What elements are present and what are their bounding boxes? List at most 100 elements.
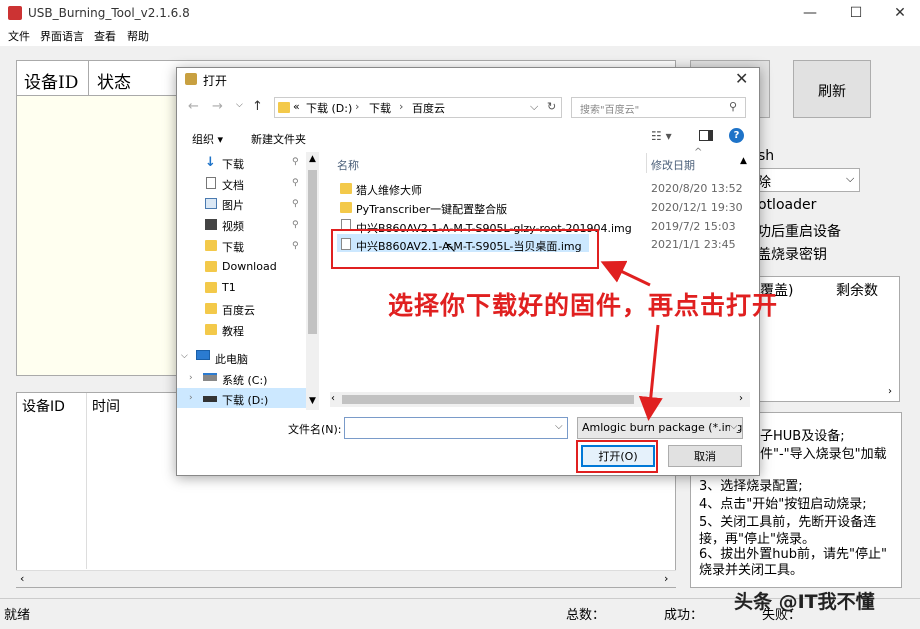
log-col-time[interactable]: 时间	[92, 396, 120, 416]
forward-arrow-icon[interactable]: →	[212, 99, 223, 114]
up-arrow-icon[interactable]: ↑	[252, 99, 263, 114]
col-status[interactable]: 状态	[97, 68, 131, 93]
nav-item-pictures[interactable]: 图片	[222, 197, 244, 213]
log-column-divider	[86, 393, 87, 569]
close-button[interactable]: ✕	[890, 4, 910, 22]
folder-icon	[340, 202, 352, 213]
dialog-close-icon[interactable]: ✕	[735, 69, 748, 88]
open-button-label: 打开(O)	[598, 450, 638, 463]
menu-file[interactable]: 文件	[8, 28, 30, 44]
help-line: 烧录并关闭工具。	[699, 563, 804, 578]
help-line: 件"-"导入烧录包"加载	[760, 447, 887, 462]
nav-item-download-en[interactable]: Download	[222, 260, 277, 273]
pin-icon[interactable]: ⚲	[292, 199, 299, 209]
refresh-icon[interactable]: ↻	[547, 100, 556, 113]
reboot-checkbox-label[interactable]: 功后重启设备	[757, 221, 841, 241]
nav-item-download[interactable]: 下载	[222, 156, 244, 172]
chevron-right-icon[interactable]: ›	[189, 373, 193, 383]
menu-view[interactable]: 查看	[94, 28, 116, 44]
scroll-right-icon[interactable]: ›	[739, 393, 743, 404]
filename-label: 文件名(N):	[288, 423, 342, 436]
pin-icon[interactable]: ⚲	[292, 178, 299, 188]
scroll-left-icon[interactable]: ‹	[331, 393, 335, 404]
breadcrumb-baiduyun[interactable]: 百度云	[412, 100, 445, 116]
organize-button[interactable]: 组织 ▾	[192, 131, 223, 147]
chevron-down-icon[interactable]: ⌵	[555, 421, 563, 432]
folder-icon	[278, 102, 290, 113]
document-icon	[206, 177, 216, 189]
file-row-date: 2019/7/2 15:03	[651, 220, 736, 233]
breadcrumb-separator: ›	[355, 100, 360, 113]
instruction-annotation: 选择你下载好的固件，再点击打开	[388, 291, 779, 320]
file-row-name[interactable]: PyTranscriber一键配置整合版	[356, 201, 507, 217]
nav-item-drive-d[interactable]: 下载 (D:)	[222, 392, 268, 408]
scroll-left-icon[interactable]: ‹	[20, 572, 24, 585]
scroll-down-icon[interactable]: ▼	[309, 396, 316, 406]
refresh-label: 刷新	[818, 84, 846, 100]
log-col-device-id[interactable]: 设备ID	[22, 396, 65, 416]
nav-item-t1[interactable]: T1	[222, 281, 236, 294]
pin-icon[interactable]: ⚲	[292, 220, 299, 230]
erase-flash-label: sh	[758, 148, 775, 164]
breadcrumb-separator: ›	[399, 100, 404, 113]
breadcrumb-drive[interactable]: 下载 (D:)	[306, 100, 352, 116]
arrow-to-file	[600, 260, 651, 287]
nav-item-download-folder[interactable]: 下载	[222, 239, 244, 255]
nav-item-tutorial[interactable]: 教程	[222, 323, 244, 339]
history-chevron-icon[interactable]: ⌵	[236, 100, 243, 110]
nav-item-drive-c[interactable]: 系统 (C:)	[222, 372, 267, 388]
new-folder-button[interactable]: 新建文件夹	[251, 131, 306, 147]
preview-pane-icon[interactable]	[699, 130, 713, 141]
app-icon	[8, 6, 22, 20]
back-arrow-icon[interactable]: ←	[188, 99, 199, 114]
column-divider	[88, 60, 89, 96]
help-line: 3、选择烧录配置;	[699, 479, 803, 494]
chevron-right-icon[interactable]: ›	[189, 393, 193, 403]
help-icon[interactable]: ?	[729, 128, 744, 143]
maximize-button[interactable]: ☐	[846, 4, 866, 22]
chevron-down-icon[interactable]: ⌵	[181, 351, 188, 361]
pin-icon[interactable]: ⚲	[292, 241, 299, 251]
breadcrumb-overflow[interactable]: «	[293, 100, 300, 113]
col-device-id[interactable]: 设备ID	[24, 68, 78, 93]
menu-help[interactable]: 帮助	[127, 28, 149, 44]
help-line: 子HUB及设备;	[760, 429, 845, 444]
nav-item-this-pc[interactable]: 此电脑	[215, 351, 248, 367]
picture-icon	[205, 198, 217, 209]
nav-scroll-thumb[interactable]	[308, 170, 317, 334]
nav-item-documents[interactable]: 文档	[222, 177, 244, 193]
folder-icon	[205, 324, 217, 335]
chevron-down-icon: ⌵	[846, 172, 855, 185]
menu-language[interactable]: 界面语言	[40, 28, 84, 44]
file-row-date: 2021/1/1 23:45	[651, 238, 736, 251]
search-placeholder: 搜索"百度云"	[580, 105, 640, 116]
chevron-down-icon[interactable]: ⌵	[530, 100, 538, 114]
col-date[interactable]: 修改日期	[651, 157, 695, 173]
computer-icon	[196, 350, 210, 360]
scroll-right-icon[interactable]: ›	[664, 572, 668, 585]
folder-icon	[205, 240, 217, 251]
filename-input[interactable]	[344, 417, 568, 439]
minimize-button[interactable]: —	[800, 4, 820, 22]
scroll-up-icon[interactable]: ▲	[740, 156, 747, 166]
scroll-up-icon[interactable]: ▲	[309, 154, 316, 164]
overwrite-key-checkbox-label[interactable]: 盖烧录密钥	[757, 244, 827, 264]
log-horizontal-scrollbar[interactable]	[16, 570, 676, 587]
file-selection-highlight	[331, 229, 599, 269]
window-title: USB_Burning_Tool_v2.1.6.8	[28, 6, 190, 20]
search-icon[interactable]: ⚲	[729, 100, 737, 113]
sort-indicator-icon: ^	[694, 147, 703, 158]
col-name[interactable]: 名称	[337, 157, 359, 173]
pin-icon[interactable]: ⚲	[292, 157, 299, 167]
watermark: 头条 @IT我不懂	[734, 591, 875, 613]
breadcrumb-download[interactable]: 下载	[369, 100, 391, 116]
file-row-name[interactable]: 猎人维修大师	[356, 182, 422, 198]
chevron-down-icon[interactable]: ⌵	[730, 421, 738, 432]
nav-item-videos[interactable]: 视频	[222, 218, 244, 234]
dialog-app-icon	[185, 73, 197, 85]
status-state: 就绪	[4, 608, 31, 623]
nav-item-baiduyun[interactable]: 百度云	[222, 302, 255, 318]
view-options-icon[interactable]: ☷ ▾	[651, 129, 672, 143]
bootloader-checkbox-label[interactable]: otloader	[758, 197, 816, 213]
scroll-right-icon[interactable]: ›	[888, 386, 892, 397]
